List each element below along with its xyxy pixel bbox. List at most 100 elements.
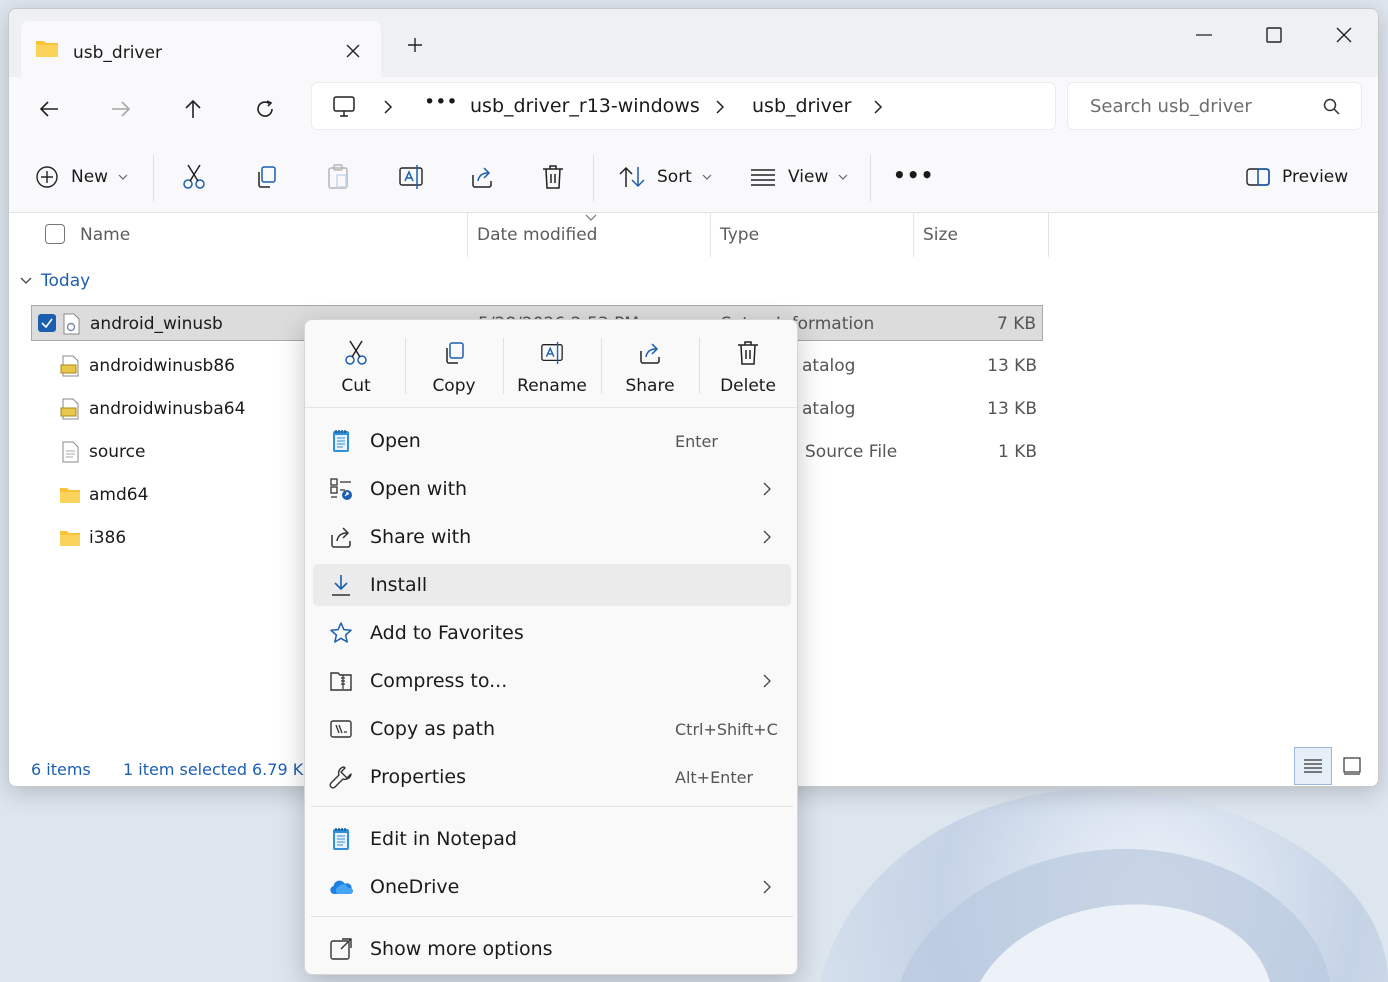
file-name: source [89, 442, 146, 462]
new-button[interactable]: New [35, 161, 128, 193]
menu-item-shortcut: Ctrl+Shift+C [675, 720, 778, 739]
refresh-icon [257, 100, 273, 117]
folder-icon [36, 41, 58, 57]
delete-action[interactable]: Delete [699, 334, 797, 404]
open-with-icon [330, 478, 352, 500]
menu-item-label: Add to Favorites [370, 622, 524, 644]
column-header-name[interactable]: Name [80, 225, 130, 269]
chevron-right-icon[interactable] [380, 97, 396, 117]
maximize-button[interactable] [1249, 15, 1299, 55]
sort-label: Sort [657, 167, 692, 187]
column-header-type[interactable]: Type [720, 225, 759, 269]
refresh-button[interactable] [245, 89, 285, 129]
file-type: atalog [802, 356, 856, 376]
menu-divider [311, 806, 793, 807]
menu-item-compress-to[interactable]: Compress to... [313, 660, 791, 702]
select-all-checkbox[interactable] [45, 224, 65, 244]
share-icon [640, 343, 660, 364]
scissors-icon [345, 340, 367, 365]
paste-button[interactable] [326, 161, 350, 193]
copy-icon [258, 166, 276, 188]
tab-title: usb_driver [73, 43, 162, 63]
file-name: i386 [89, 528, 127, 548]
menu-item-show-more-options[interactable]: Show more options [313, 928, 791, 970]
menu-item-share-with[interactable]: Share with [313, 516, 791, 558]
column-divider [467, 213, 468, 257]
context-menu: Cut Copy Rename Share Delete Open Enter … [304, 319, 798, 975]
breadcrumb-item-usb-driver-r13-windows[interactable]: usb_driver_r13-windows [470, 95, 700, 117]
toolbar-divider [153, 155, 154, 201]
menu-item-label: OneDrive [370, 876, 460, 898]
sort-button[interactable]: Sort [619, 161, 712, 193]
menu-item-label: Open with [370, 478, 468, 500]
menu-item-install[interactable]: Install [313, 564, 791, 606]
sort-descending-icon [585, 214, 597, 221]
copy-action[interactable]: Copy [405, 334, 503, 404]
sort-icon [619, 166, 645, 188]
rename-button[interactable] [398, 161, 424, 193]
menu-item-edit-in-notepad[interactable]: Edit in Notepad [313, 818, 791, 860]
rename-action[interactable]: Rename [503, 334, 601, 404]
search-box[interactable]: Search usb_driver [1067, 82, 1362, 130]
more-options-button[interactable]: ••• [893, 159, 934, 191]
breadcrumb-item-usb-driver[interactable]: usb_driver [752, 95, 851, 117]
new-tab-button[interactable] [399, 29, 431, 61]
file-name: android_winusb [90, 314, 223, 334]
notepad-icon [333, 828, 349, 850]
share-action[interactable]: Share [601, 334, 699, 404]
toolbar-divider [593, 155, 594, 201]
delete-button[interactable] [542, 161, 564, 193]
tiles-view-button[interactable] [1333, 747, 1371, 785]
preview-button[interactable]: Preview [1246, 161, 1348, 193]
menu-item-copy-as-path[interactable]: Copy as path Ctrl+Shift+C [313, 708, 791, 750]
share-label: Share [625, 376, 675, 396]
toolbar-divider [870, 155, 871, 201]
menu-item-open[interactable]: Open Enter [313, 420, 791, 462]
column-header-size[interactable]: Size [923, 225, 958, 269]
chevron-down-icon [838, 174, 848, 180]
chevron-right-icon[interactable] [712, 97, 728, 117]
checkmark-icon [41, 318, 53, 329]
copy-button[interactable] [254, 161, 278, 193]
text-file-icon [62, 441, 79, 463]
menu-item-label: Properties [370, 766, 467, 788]
address-bar[interactable]: ••• usb_driver_r13-windows usb_driver [311, 82, 1056, 130]
onedrive-cloud-icon [330, 880, 353, 894]
menu-item-properties[interactable]: Properties Alt+Enter [313, 756, 791, 798]
close-window-button[interactable] [1319, 15, 1369, 55]
copy-label: Copy [432, 376, 476, 396]
row-checkbox[interactable] [38, 314, 56, 332]
chevron-down-icon [118, 174, 128, 180]
share-button[interactable] [470, 161, 494, 193]
back-button[interactable] [29, 89, 69, 129]
search-input[interactable]: Search usb_driver [1090, 96, 1252, 117]
menu-item-open-with[interactable]: Open with [313, 468, 791, 510]
up-button[interactable] [173, 89, 213, 129]
minimize-button[interactable] [1179, 15, 1229, 55]
computer-icon [333, 96, 355, 117]
catalog-file-icon [60, 355, 79, 377]
chevron-right-icon [763, 482, 771, 496]
forward-button[interactable] [101, 89, 141, 129]
share-icon [472, 167, 492, 188]
menu-item-onedrive[interactable]: OneDrive [313, 866, 791, 908]
close-tab-button[interactable] [337, 35, 369, 67]
menu-item-add-to-favorites[interactable]: Add to Favorites [313, 612, 791, 654]
title-bar: usb_driver [9, 9, 1378, 79]
trash-icon [543, 165, 563, 189]
chevron-right-icon[interactable] [870, 97, 886, 117]
cut-button[interactable] [182, 161, 206, 193]
chevron-right-icon [763, 674, 771, 688]
details-view-button[interactable] [1294, 747, 1332, 785]
cut-action[interactable]: Cut [307, 334, 405, 404]
download-icon [332, 575, 350, 596]
rename-label: Rename [517, 376, 587, 396]
view-button[interactable]: View [750, 161, 848, 193]
tab-usb-driver[interactable]: usb_driver [21, 21, 381, 79]
breadcrumb-overflow[interactable]: ••• [424, 91, 458, 113]
column-header-date[interactable]: Date modified [477, 225, 597, 269]
arrow-left-icon [39, 101, 58, 117]
arrow-up-icon [185, 99, 201, 118]
copy-icon [446, 342, 464, 364]
group-header-today[interactable]: Today [19, 269, 90, 293]
